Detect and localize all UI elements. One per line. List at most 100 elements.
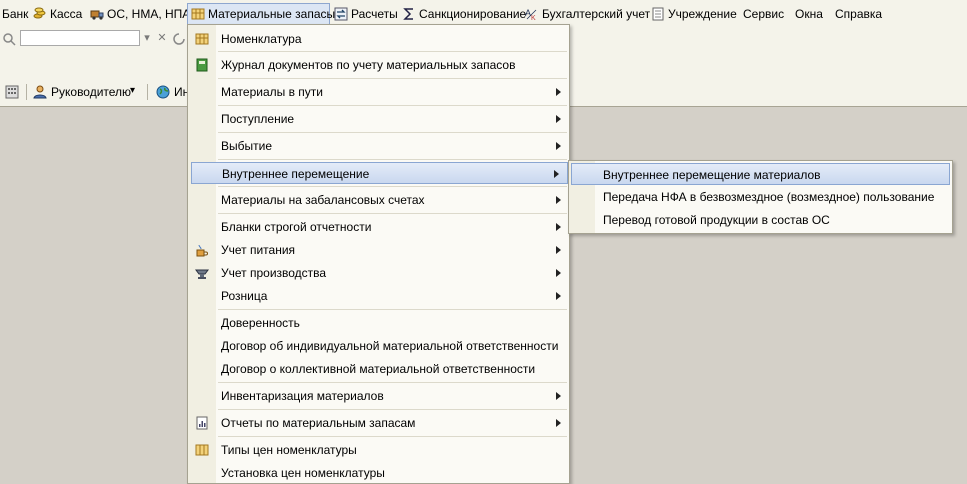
search-go-icon[interactable] xyxy=(172,32,186,46)
search-row: ▾ ✕ xyxy=(0,28,200,50)
menu-item-individual-liability[interactable]: Договор об индивидуальной материальной о… xyxy=(189,335,569,357)
menu-help[interactable]: Справка xyxy=(835,3,882,25)
menu-raschety[interactable]: Расчеты xyxy=(334,3,398,25)
menu-item-inventory[interactable]: Инвентаризация материалов xyxy=(189,385,569,407)
table-icon xyxy=(195,444,209,456)
menu-divider xyxy=(218,436,567,437)
submenu-arrow-icon xyxy=(556,269,561,277)
menu-item-materials-in-transit[interactable]: Материалы в пути xyxy=(189,81,569,103)
menu-accounting-label: Бухгалтерский учет xyxy=(542,7,651,21)
menu-item-journal[interactable]: Журнал документов по учету материальных … xyxy=(189,54,569,76)
submenu-item-finished-goods-to-os[interactable]: Перевод готовой продукции в состав ОС xyxy=(571,209,950,231)
toolbar-internet[interactable]: Ин xyxy=(156,81,189,103)
menu-item-power-of-attorney[interactable]: Доверенность xyxy=(189,312,569,334)
menu-divider xyxy=(218,186,567,187)
accounting-icon: AK xyxy=(525,8,537,21)
menu-bank[interactable]: Банк xyxy=(2,3,28,25)
menu-item-label: Поступление xyxy=(221,112,295,126)
manager-icon xyxy=(33,85,47,99)
menu-item-label: Учет производства xyxy=(221,266,327,280)
journal-icon xyxy=(196,58,208,72)
menu-item-food-accounting[interactable]: Учет питания xyxy=(189,239,569,261)
menu-divider xyxy=(218,382,567,383)
material-reserves-dropdown: Номенклатура Журнал документов по учету … xyxy=(187,24,570,484)
menu-item-reports[interactable]: Отчеты по материальным запасам xyxy=(189,412,569,434)
toolbar-separator xyxy=(26,84,27,100)
search-clear-icon[interactable]: ✕ xyxy=(155,31,169,45)
menu-item-label: Доверенность xyxy=(221,316,300,330)
toolbar-manager-dropdown-icon[interactable]: ▾ xyxy=(130,85,135,96)
submenu-arrow-icon xyxy=(556,142,561,150)
menu-windows-label: Окна xyxy=(795,7,823,21)
menu-item-label: Выбытие xyxy=(221,139,272,153)
menu-institution[interactable]: Учреждение xyxy=(651,3,737,25)
menu-item-strict-forms[interactable]: Бланки строгой отчетности xyxy=(189,216,569,238)
menu-service[interactable]: Сервис xyxy=(743,3,784,25)
submenu-arrow-icon xyxy=(556,196,561,204)
menu-material-reserves[interactable]: Материальные запасы xyxy=(187,3,335,25)
menu-item-label: Установка цен номенклатуры xyxy=(221,466,385,480)
menu-item-label: Инвентаризация материалов xyxy=(221,389,384,403)
menu-kassa-label: Касса xyxy=(50,7,83,21)
menu-item-off-balance[interactable]: Материалы на забалансовых счетах xyxy=(189,189,569,211)
calculator-icon[interactable] xyxy=(5,85,19,99)
menu-item-label: Материалы в пути xyxy=(221,85,323,99)
menu-item-set-prices[interactable]: Установка цен номенклатуры xyxy=(189,462,569,484)
toolbar-manager[interactable]: Руководителю xyxy=(33,81,131,103)
menu-kassa[interactable]: Касса xyxy=(33,3,82,25)
menu-item-price-types[interactable]: Типы цен номенклатуры xyxy=(189,439,569,461)
document-icon xyxy=(652,7,664,21)
menu-item-label: Внутреннее перемещение xyxy=(222,167,370,181)
submenu-item-label: Передача НФА в безвозмездное (возмездное… xyxy=(603,190,935,204)
menu-item-production-accounting[interactable]: Учет производства xyxy=(189,262,569,284)
menu-item-label: Материалы на забалансовых счетах xyxy=(221,193,425,207)
menu-raschety-label: Расчеты xyxy=(351,7,398,21)
menu-item-collective-liability[interactable]: Договор о коллективной материальной отве… xyxy=(189,358,569,380)
menu-material-reserves-label: Материальные запасы xyxy=(208,7,336,21)
menu-item-label: Договор об индивидуальной материальной о… xyxy=(221,339,559,353)
menu-sanctioning-label: Санкционирование xyxy=(419,7,527,21)
menu-bank-label: Банк xyxy=(2,7,29,21)
food-icon xyxy=(196,244,208,257)
menu-divider xyxy=(218,51,567,52)
menu-item-label: Бланки строгой отчетности xyxy=(221,220,372,234)
search-dropdown-icon[interactable]: ▾ xyxy=(140,31,154,45)
menu-divider xyxy=(218,309,567,310)
menu-item-label: Номенклатура xyxy=(221,32,302,46)
menu-divider xyxy=(218,132,567,133)
menu-divider xyxy=(218,213,567,214)
submenu-arrow-icon xyxy=(556,392,561,400)
toolbar: Руководителю ▾ Ин xyxy=(0,81,200,103)
submenu-item-label: Внутреннее перемещение материалов xyxy=(603,168,821,182)
search-icon xyxy=(3,33,16,46)
anvil-icon xyxy=(195,269,209,279)
menu-item-nomenclature[interactable]: Номенклатура xyxy=(189,28,569,50)
menu-sanctioning[interactable]: Санкционирование xyxy=(402,3,526,25)
report-icon xyxy=(196,416,208,430)
menu-item-retail[interactable]: Розница xyxy=(189,285,569,307)
submenu-arrow-icon xyxy=(556,292,561,300)
menu-item-label: Договор о коллективной материальной отве… xyxy=(221,362,536,376)
menu-item-receipt[interactable]: Поступление xyxy=(189,108,569,130)
menu-windows[interactable]: Окна xyxy=(795,3,823,25)
menu-service-label: Сервис xyxy=(743,7,785,21)
main-menubar: Банк Касса ОС, НМА, НПА Материальные зап… xyxy=(0,3,967,25)
exchange-icon xyxy=(334,7,348,21)
menu-accounting[interactable]: AK Бухгалтерский учет xyxy=(525,3,650,25)
globe-icon xyxy=(156,85,170,99)
submenu-arrow-icon xyxy=(556,88,561,96)
menu-os-nma-npa[interactable]: ОС, НМА, НПА xyxy=(90,3,190,25)
submenu-item-internal-transfer-materials[interactable]: Внутреннее перемещение материалов xyxy=(571,163,950,185)
menu-divider xyxy=(218,78,567,79)
sum-icon xyxy=(403,8,413,20)
submenu-item-nfa-transfer[interactable]: Передача НФА в безвозмездное (возмездное… xyxy=(571,186,950,208)
submenu-arrow-icon xyxy=(556,419,561,427)
menu-item-disposal[interactable]: Выбытие xyxy=(189,135,569,157)
menu-institution-label: Учреждение xyxy=(668,7,737,21)
toolbar-manager-label: Руководителю xyxy=(51,85,132,99)
menu-help-label: Справка xyxy=(835,7,883,21)
toolbar-separator xyxy=(147,84,148,100)
menu-item-internal-transfer[interactable]: Внутреннее перемещение xyxy=(191,162,568,184)
submenu-arrow-icon xyxy=(556,246,561,254)
search-input[interactable] xyxy=(20,30,140,46)
